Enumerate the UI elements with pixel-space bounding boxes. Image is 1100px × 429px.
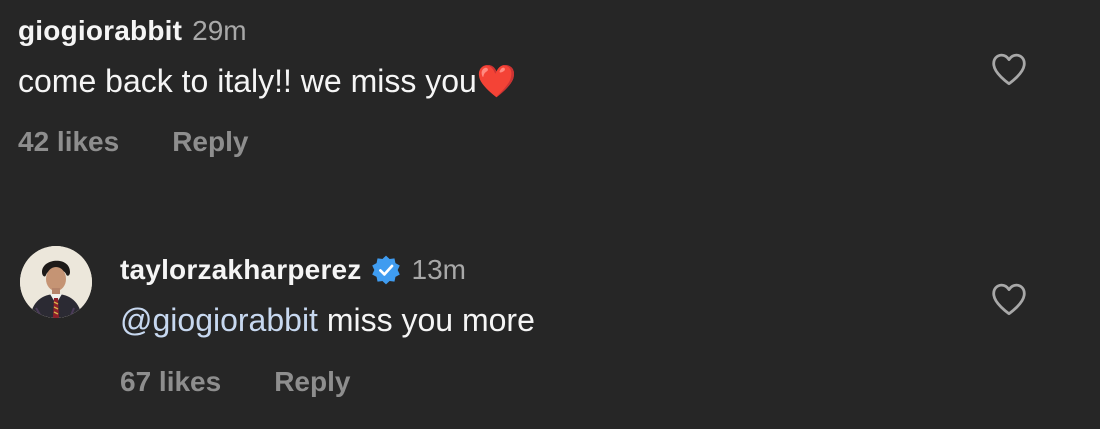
- comment-meta: 67 likes Reply: [120, 366, 350, 398]
- comment-username[interactable]: taylorzakharperez: [120, 254, 362, 286]
- comment-text: @giogiorabbit miss you more: [120, 302, 535, 339]
- reply-button[interactable]: Reply: [172, 126, 248, 157]
- likes-count[interactable]: 67 likes: [120, 366, 221, 397]
- red-heart-emoji: ❤️: [476, 63, 517, 99]
- comment-header: giogiorabbit 29m: [18, 15, 247, 47]
- comment-meta: 42 likes Reply: [18, 126, 248, 158]
- comment-taylorzakharperez: taylorzakharperez 13m @giogiorabbit miss…: [0, 230, 1100, 429]
- verified-badge-icon: [371, 255, 400, 285]
- like-button[interactable]: [990, 52, 1028, 86]
- comment-giogiorabbit: giogiorabbit 29m come back to italy!! we …: [0, 0, 1100, 200]
- like-button[interactable]: [990, 282, 1028, 316]
- avatar[interactable]: [20, 246, 92, 318]
- comment-timestamp: 13m: [411, 254, 466, 285]
- comment-body: miss you more: [317, 302, 535, 338]
- comment-timestamp: 29m: [192, 15, 247, 46]
- comment-body: come back to italy!! we miss you: [18, 63, 477, 99]
- comment-header: taylorzakharperez 13m: [120, 254, 466, 286]
- mention-link[interactable]: @giogiorabbit: [120, 302, 318, 338]
- comment-username[interactable]: giogiorabbit: [18, 15, 182, 46]
- heart-outline-icon: [992, 283, 1026, 316]
- comment-text: come back to italy!! we miss you❤️: [18, 62, 517, 100]
- heart-outline-icon: [992, 53, 1026, 86]
- likes-count[interactable]: 42 likes: [18, 126, 119, 157]
- reply-button[interactable]: Reply: [274, 366, 350, 397]
